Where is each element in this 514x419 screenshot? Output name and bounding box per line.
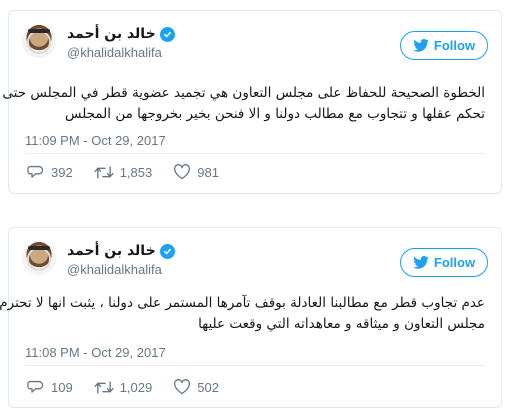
tweet-timestamp[interactable]: 11:08 PM - Oct 29, 2017	[25, 345, 166, 360]
like-action[interactable]: 502	[173, 378, 219, 396]
tweet-actions: 392 1,853 981	[27, 163, 240, 181]
twitter-bird-icon	[413, 39, 429, 52]
author-name-row[interactable]: خالد بن أحمد	[67, 243, 175, 259]
tweet-text-line: مجلس التعاون و ميثاقه و معاهداته التي وق…	[198, 316, 485, 332]
like-count: 981	[197, 164, 219, 180]
display-name[interactable]: خالد بن أحمد	[67, 243, 156, 259]
tweet-text: الخطوة الصحيحة للحفاظ على مجلس التعاون ه…	[2, 83, 485, 125]
reply-action[interactable]: 392	[27, 163, 73, 181]
user-handle[interactable]: @khalidalkhalifa	[67, 262, 162, 277]
reply-icon	[27, 165, 44, 178]
retweet-count: 1,029	[119, 379, 153, 395]
reply-count: 109	[51, 379, 73, 395]
heart-icon	[174, 164, 191, 180]
follow-label: Follow	[433, 38, 476, 53]
avatar[interactable]	[22, 241, 56, 275]
avatar-headdress-ring	[27, 247, 51, 271]
follow-label: Follow	[433, 255, 476, 270]
tweet-card: خالد بن أحمد @khalidalkhalifa Follow عدم…	[0, 227, 502, 408]
follow-button[interactable]: Follow	[400, 31, 488, 60]
heart-icon	[174, 379, 191, 395]
tweet-text-line: الخطوة الصحيحة للحفاظ على مجلس التعاون ه…	[2, 85, 485, 101]
avatar-agal	[28, 29, 50, 33]
retweet-icon	[94, 380, 114, 394]
reply-icon	[27, 380, 44, 393]
like-action[interactable]: 981	[173, 163, 219, 181]
reply-count: 392	[51, 164, 73, 180]
verified-badge-icon	[159, 243, 175, 259]
divider	[25, 153, 485, 154]
reply-action[interactable]: 109	[27, 378, 73, 396]
avatar-agal	[28, 246, 50, 250]
verified-badge-icon	[159, 26, 175, 42]
tweet-actions: 109 1,029 502	[27, 378, 240, 396]
tweet-timestamp[interactable]: 11:09 PM - Oct 29, 2017	[25, 133, 166, 148]
follow-button[interactable]: Follow	[400, 248, 488, 277]
retweet-action[interactable]: 1,853	[94, 163, 153, 181]
tweet-text-line: عدم تجاوب قطر مع مطالبنا العادلة بوقف تآ…	[0, 295, 485, 311]
tweet-card: خالد بن أحمد @khalidalkhalifa Follow الخ…	[2, 10, 502, 194]
user-handle[interactable]: @khalidalkhalifa	[67, 45, 162, 60]
avatar[interactable]	[22, 24, 56, 58]
divider	[25, 365, 485, 366]
retweet-count: 1,853	[119, 164, 153, 180]
display-name[interactable]: خالد بن أحمد	[67, 26, 156, 42]
tweet-text-line: تحكم عقلها و تتجاوب مع مطالب دولنا و الا…	[64, 106, 485, 122]
author-name-row[interactable]: خالد بن أحمد	[67, 26, 175, 42]
retweet-action[interactable]: 1,029	[94, 378, 153, 396]
retweet-icon	[94, 165, 114, 179]
twitter-bird-icon	[413, 256, 429, 269]
tweet-text: عدم تجاوب قطر مع مطالبنا العادلة بوقف تآ…	[0, 293, 485, 335]
like-count: 502	[197, 379, 219, 395]
avatar-headdress-ring	[27, 30, 51, 54]
